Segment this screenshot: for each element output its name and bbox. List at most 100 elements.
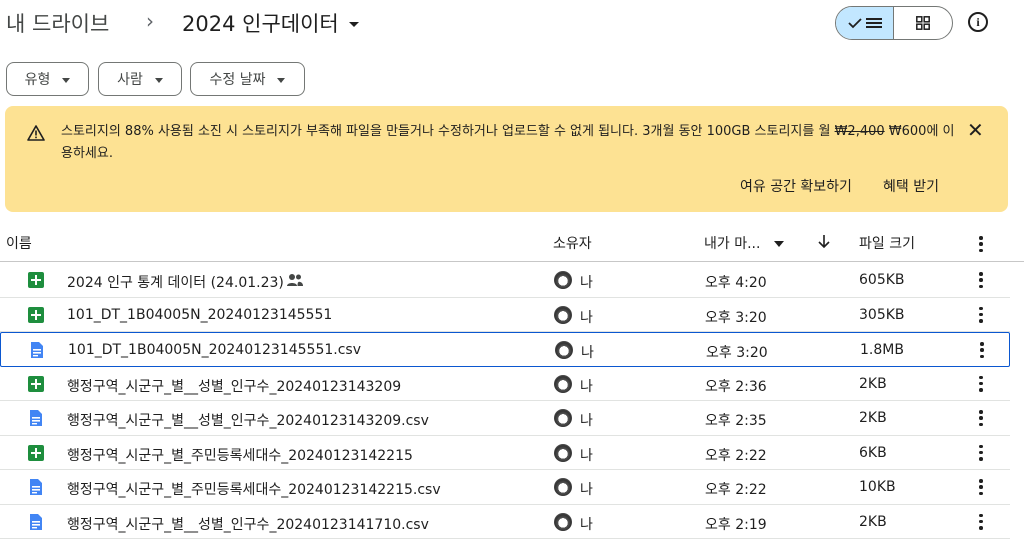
file-modified: 오후 4:20 — [705, 275, 767, 291]
file-modified: 오후 3:20 — [705, 309, 767, 326]
file-name: 행정구역_시군구_별_주민등록세대수_20240123142215 — [67, 447, 413, 464]
file-size: 305KB — [859, 306, 905, 323]
file-owner: 나 — [580, 413, 593, 429]
owner-avatar — [554, 478, 572, 496]
grid-icon — [916, 16, 930, 30]
file-size: 2KB — [859, 410, 887, 426]
doc-file-icon — [30, 513, 42, 530]
grid-view-button[interactable] — [894, 7, 952, 39]
file-owner: 나 — [580, 378, 593, 395]
check-icon — [847, 18, 862, 29]
column-name[interactable]: 이름 — [6, 233, 32, 253]
storage-warning-banner: 스토리지의 88% 사용됨 소진 시 스토리지가 부족해 파일을 만들거나 수정… — [5, 106, 1008, 212]
file-owner: 나 — [580, 482, 593, 498]
caret-down-icon — [348, 22, 359, 27]
file-owner: 나 — [580, 275, 593, 291]
file-list: 2024 인구 통계 데이터 (24.01.23) 나 오후 4:20 605KB 10… — [0, 263, 1010, 539]
file-modified: 오후 2:22 — [705, 482, 767, 498]
file-modified: 오후 2:19 — [705, 516, 767, 533]
file-name: 101_DT_1B04005N_20240123145551.csv — [68, 342, 362, 358]
header: 내 드라이브 › 2024 인구데이터 i — [0, 0, 1024, 50]
more-options-icon[interactable] — [978, 479, 984, 495]
file-owner: 나 — [581, 345, 594, 361]
filter-type-chip[interactable]: 유형 — [6, 62, 89, 96]
file-modified: 오후 2:22 — [705, 447, 767, 464]
file-name: 2024 인구 통계 데이터 (24.01.23) — [67, 275, 284, 291]
view-toggle — [835, 6, 953, 40]
column-modified-label: 내가 마... — [704, 236, 761, 252]
filter-label: 사람 — [117, 72, 143, 88]
owner-avatar — [554, 443, 572, 462]
close-icon[interactable]: ✕ — [967, 120, 984, 140]
file-row[interactable]: 101_DT_1B04005N_20240123145551.csv 나 오후 3:… — [0, 332, 1010, 367]
more-options-icon[interactable] — [978, 410, 984, 426]
column-modified[interactable]: 내가 마... — [704, 233, 785, 253]
doc-file-icon — [31, 342, 43, 358]
filter-modified-chip[interactable]: 수정 날짜 — [190, 62, 305, 96]
more-options-icon[interactable] — [978, 236, 984, 252]
banner-old-price: ₩2,400 — [834, 124, 885, 139]
filter-label: 수정 날짜 — [209, 72, 266, 88]
list-view-button[interactable] — [836, 7, 895, 39]
file-name: 101_DT_1B04005N_20240123145551 — [67, 306, 333, 323]
file-size: 6KB — [859, 444, 887, 461]
file-row[interactable]: 행정구역_시군구_별_주민등록세대수_20240123142215.csv 나 오후… — [0, 470, 1010, 505]
list-icon — [865, 18, 882, 28]
caret-down-icon[interactable] — [774, 241, 785, 247]
caret-down-icon — [154, 77, 163, 83]
caret-down-icon — [62, 77, 71, 83]
file-owner: 나 — [580, 516, 593, 533]
owner-avatar — [555, 341, 573, 359]
more-options-icon[interactable] — [978, 306, 984, 323]
more-options-icon[interactable] — [978, 444, 984, 461]
warning-icon — [27, 125, 45, 141]
sheets-file-icon — [28, 272, 44, 288]
filter-label: 유형 — [24, 72, 51, 88]
info-icon[interactable]: i — [968, 12, 988, 32]
owner-avatar — [554, 512, 572, 531]
column-owner[interactable]: 소유자 — [553, 233, 592, 253]
file-row[interactable]: 2024 인구 통계 데이터 (24.01.23) 나 오후 4:20 605KB — [0, 263, 1010, 298]
more-options-icon[interactable] — [978, 375, 984, 392]
doc-file-icon — [30, 479, 42, 495]
filter-bar: 유형 사람 수정 날짜 — [0, 62, 1024, 96]
file-name: 행정구역_시군구_별_주민등록세대수_20240123142215.csv — [67, 482, 441, 498]
caret-down-icon — [277, 77, 286, 83]
file-row[interactable]: 행정구역_시군구_별__성별_인구수_20240123141710.csv 나 오후… — [0, 505, 1010, 539]
breadcrumb-root[interactable]: 내 드라이브 — [6, 8, 109, 38]
file-modified: 오후 2:35 — [705, 413, 767, 429]
more-options-icon[interactable] — [978, 272, 984, 288]
doc-file-icon — [30, 410, 42, 426]
file-modified: 오후 3:20 — [706, 345, 768, 361]
banner-message: 스토리지의 88% 사용됨 소진 시 스토리지가 부족해 파일을 만들거나 수정… — [61, 121, 961, 165]
folder-title: 2024 인구데이터 — [182, 12, 339, 36]
owner-avatar — [554, 305, 572, 324]
file-row[interactable]: 101_DT_1B04005N_20240123145551 나 오후 3:20 30… — [0, 298, 1010, 332]
sort-arrow-down-icon[interactable] — [818, 235, 830, 249]
sheets-file-icon — [28, 306, 44, 323]
file-size: 605KB — [859, 272, 905, 288]
file-owner: 나 — [580, 309, 593, 326]
sheets-file-icon — [28, 444, 44, 461]
file-modified: 오후 2:36 — [705, 378, 767, 395]
file-row[interactable]: 행정구역_시군구_별_주민등록세대수_20240123142215 나 오후 2:2… — [0, 436, 1010, 470]
free-up-space-button[interactable]: 여유 공간 확보하기 — [740, 176, 852, 196]
file-row[interactable]: 행정구역_시군구_별__성별_인구수_20240123143209.csv 나 오후… — [0, 401, 1010, 436]
owner-avatar — [554, 374, 572, 393]
shared-people-icon — [287, 274, 303, 286]
file-size: 2KB — [859, 375, 887, 392]
more-options-icon[interactable] — [979, 342, 985, 358]
file-name: 행정구역_시군구_별__성별_인구수_20240123143209.csv — [67, 413, 429, 429]
breadcrumb-current-folder[interactable]: 2024 인구데이터 — [182, 8, 359, 38]
filter-people-chip[interactable]: 사람 — [98, 62, 182, 96]
more-options-icon[interactable] — [978, 513, 984, 530]
get-offer-button[interactable]: 혜택 받기 — [883, 176, 939, 196]
breadcrumb-separator-icon: › — [146, 9, 154, 33]
sheets-file-icon — [28, 375, 44, 392]
column-size[interactable]: 파일 크기 — [859, 233, 915, 253]
owner-avatar — [554, 409, 572, 427]
file-row[interactable]: 행정구역_시군구_별__성별_인구수_20240123143209 나 오후 2:3… — [0, 367, 1010, 401]
file-size: 2KB — [859, 513, 887, 530]
banner-text-main: 스토리지의 88% 사용됨 소진 시 스토리지가 부족해 파일을 만들거나 수정… — [61, 124, 835, 139]
file-size: 1.8MB — [860, 342, 904, 358]
